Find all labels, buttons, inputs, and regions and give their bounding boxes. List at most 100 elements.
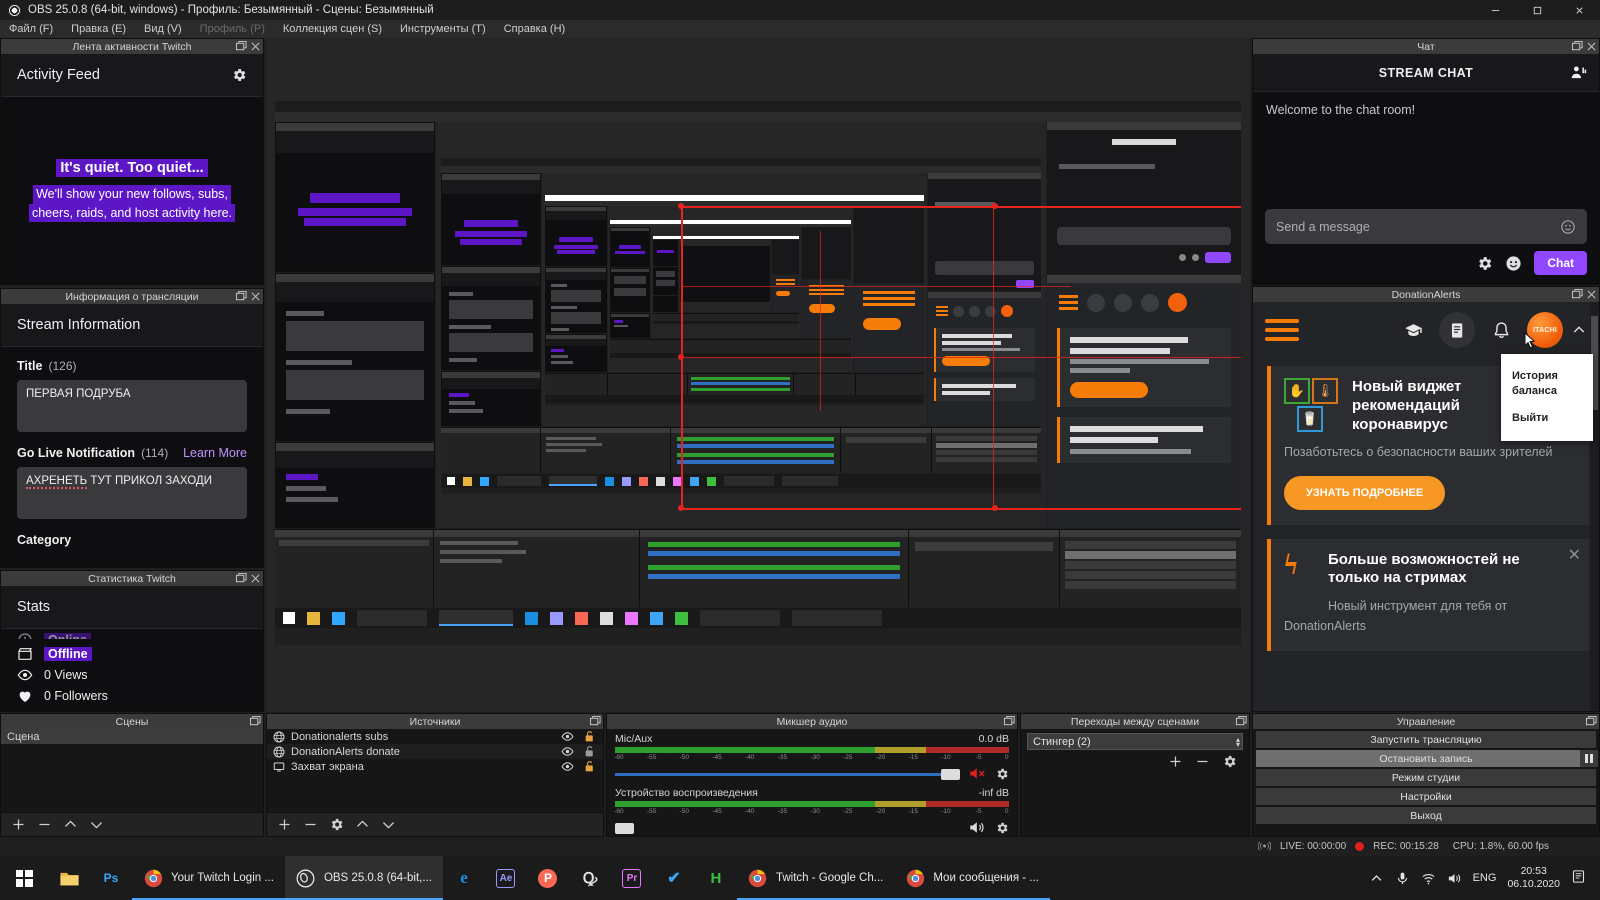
float-icon[interactable] [1236,716,1247,727]
close-button[interactable] [1558,0,1600,20]
stop-recording-button[interactable]: Остановить запись [1256,750,1598,767]
mixer-volume-slider[interactable] [615,768,960,780]
preview-canvas[interactable] [275,101,1241,645]
close-icon[interactable] [250,291,261,302]
settings-button[interactable]: Настройки [1256,788,1596,805]
add-source-icon[interactable] [277,817,292,832]
float-icon[interactable] [590,716,601,727]
taskbar-task-twitch-login[interactable]: Your Twitch Login ... [132,856,285,900]
source-list-item[interactable]: DonationAlerts donate [267,744,603,759]
scenes-list[interactable]: Сцена [1,729,263,812]
move-source-down-icon[interactable] [381,817,396,832]
transition-select[interactable]: Стингер (2) ▴ ▾ [1027,733,1243,750]
taskbar-pinned-explorer[interactable] [48,856,90,900]
lock-open-icon[interactable] [584,730,595,743]
user-avatar[interactable]: ITACHI [1527,312,1563,348]
float-icon[interactable] [236,41,247,52]
golive-notification-input[interactable]: АХРЕНЕТЬ ТУТ ПРИКОЛ ЗАХОДИ [17,467,247,519]
taskbar-pinned-obs-alt[interactable]: Ꝙ [569,856,611,900]
show-hidden-icons-icon[interactable] [1369,871,1384,886]
smile-icon[interactable] [1505,255,1522,272]
taskbar-pinned-edge[interactable]: e [443,856,485,900]
mixer-volume-slider[interactable] [615,822,960,834]
viewer-list-icon[interactable] [1570,64,1587,81]
lock-open-icon[interactable] [584,745,595,758]
close-icon[interactable] [250,41,261,52]
chevron-up-icon[interactable] [1571,322,1587,338]
bell-icon[interactable] [1483,312,1519,348]
source-properties-icon[interactable] [329,817,344,832]
visibility-icon[interactable] [561,760,574,773]
remove-source-icon[interactable] [303,817,318,832]
remove-scene-icon[interactable] [37,817,52,832]
menu-scene-collection[interactable]: Коллекция сцен (S) [274,20,391,38]
sources-list[interactable]: Donationalerts subs DonationAlerts donat… [267,729,603,812]
lock-open-icon[interactable] [584,760,595,773]
taskbar-task-obs[interactable]: OBS 25.0.8 (64-bit,... [284,856,443,900]
remove-transition-icon[interactable] [1195,754,1210,769]
taskbar-pinned-hitfilm[interactable]: H [695,856,737,900]
exit-button[interactable]: Выход [1256,807,1596,824]
action-center-icon[interactable] [1571,869,1590,888]
preview-area[interactable] [266,38,1250,712]
menu-edit[interactable]: Правка (E) [62,20,135,38]
documents-icon[interactable] [1439,312,1475,348]
transition-properties-icon[interactable] [1222,754,1237,769]
taskbar-pinned-after-effects[interactable]: Ae [485,856,527,900]
gear-icon[interactable] [231,67,247,83]
menu-view[interactable]: Вид (V) [135,20,191,38]
volume-icon[interactable] [1447,871,1462,886]
hamburger-menu-icon[interactable] [1265,319,1299,341]
close-icon[interactable]: ✕ [1568,545,1581,565]
move-source-up-icon[interactable] [355,817,370,832]
menu-help[interactable]: Справка (H) [495,20,574,38]
chat-message-input[interactable]: Send a message [1265,209,1587,244]
send-chat-button[interactable]: Chat [1534,251,1587,275]
menu-tools[interactable]: Инструменты (T) [391,20,495,38]
maximize-button[interactable] [1516,0,1558,20]
close-icon[interactable] [250,573,261,584]
promo-card-1-cta-button[interactable]: УЗНАТЬ ПОДРОБНЕЕ [1284,475,1446,510]
mute-icon[interactable] [969,766,986,781]
source-list-item[interactable]: Donationalerts subs [267,729,603,744]
taskbar-pinned-photoshop[interactable]: Ps [90,856,132,900]
audio-settings-icon[interactable] [995,821,1009,835]
taskbar-pinned-checkmark[interactable]: ✔ [653,856,695,900]
audio-settings-icon[interactable] [995,767,1009,781]
float-icon[interactable] [1586,716,1597,727]
stream-title-input[interactable]: ПЕРВАЯ ПОДРУБА [17,380,247,432]
stepper-icon[interactable]: ▴ ▾ [1236,735,1240,748]
visibility-icon[interactable] [561,730,574,743]
taskbar-task-messages[interactable]: Мои сообщения - ... [894,856,1050,900]
microphone-icon[interactable] [1395,871,1410,886]
add-scene-icon[interactable] [11,817,26,832]
clock[interactable]: 20:53 06.10.2020 [1507,865,1560,891]
taskbar-pinned-premiere[interactable]: Pr [611,856,653,900]
menu-file[interactable]: Файл (F) [0,20,62,38]
float-icon[interactable] [250,716,261,727]
graduation-cap-icon[interactable] [1395,312,1431,348]
menu-item-balance-history[interactable]: История баланса [1501,363,1593,405]
menu-item-logout[interactable]: Выйти [1501,405,1593,432]
start-button[interactable] [0,856,48,900]
studio-mode-button[interactable]: Режим студии [1256,769,1596,786]
float-icon[interactable] [236,573,247,584]
gear-icon[interactable] [1476,255,1493,272]
visibility-icon[interactable] [561,745,574,758]
close-icon[interactable] [1586,289,1597,300]
move-scene-down-icon[interactable] [89,817,104,832]
speaker-icon[interactable] [969,820,986,835]
pause-recording-icon[interactable] [1580,750,1598,767]
taskbar-pinned-patreon[interactable]: P [527,856,569,900]
start-streaming-button[interactable]: Запустить трансляцию [1256,731,1596,748]
move-scene-up-icon[interactable] [63,817,78,832]
taskbar-task-twitch-chrome[interactable]: Twitch - Google Ch... [736,856,895,900]
float-icon[interactable] [1572,289,1583,300]
emote-picker-icon[interactable] [1560,219,1576,235]
source-list-item[interactable]: Захват экрана [267,759,603,774]
learn-more-link[interactable]: Learn More [183,446,247,460]
float-icon[interactable] [1572,41,1583,52]
close-icon[interactable] [1586,41,1597,52]
language-indicator[interactable]: ENG [1473,872,1497,884]
network-icon[interactable] [1421,871,1436,886]
